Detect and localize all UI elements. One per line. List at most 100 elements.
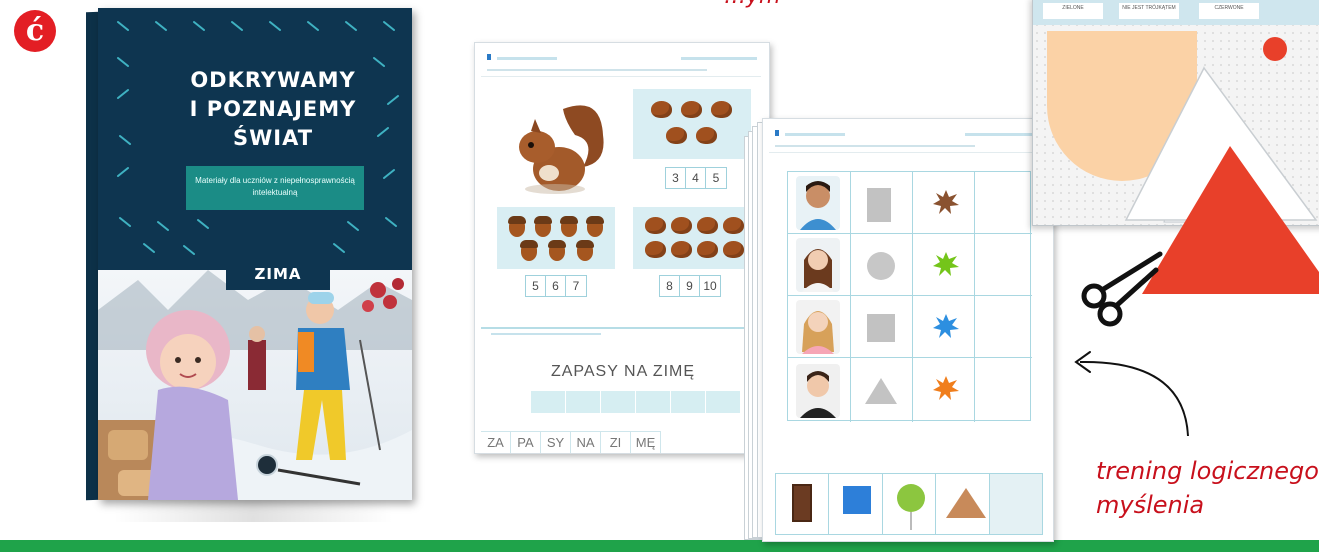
worksheet-header — [769, 127, 1049, 153]
grid-col-line — [912, 172, 913, 422]
syllable-card[interactable]: PA — [511, 432, 541, 453]
curved-arrow-icon — [1074, 351, 1189, 437]
letter-box[interactable] — [601, 391, 635, 413]
acorn-icon — [548, 240, 566, 261]
nut-icon — [651, 101, 672, 118]
letter-box[interactable] — [636, 391, 670, 413]
answer-choice[interactable]: 5 — [706, 168, 726, 188]
triangle-shape — [865, 378, 897, 404]
syllable-card[interactable]: SY — [541, 432, 571, 453]
child-photo-girl-blonde — [796, 300, 840, 354]
rectangle-shape — [867, 188, 891, 222]
cutout-cell[interactable] — [776, 474, 830, 534]
brown-splat-icon — [933, 190, 959, 214]
answer-choices-3: 8 9 10 — [659, 275, 721, 297]
answer-choices-2: 5 6 7 — [525, 275, 587, 297]
squirrel-image — [519, 105, 604, 194]
card-label: ZIELONE — [1043, 3, 1103, 19]
cutout-cell[interactable] — [883, 474, 937, 534]
acorn-icon — [586, 216, 604, 237]
acorn-icon — [534, 216, 552, 237]
cover-photo-children-snow — [98, 270, 412, 500]
square-shape — [867, 314, 895, 342]
acorn-icon — [520, 240, 538, 261]
book-title-line-3: ŚWIAT — [232, 126, 314, 150]
book-title: ODKRYWAMY I POZNAJEMY ŚWIAT — [158, 66, 388, 153]
cutout-cell[interactable] — [936, 474, 990, 534]
blue-splat-icon — [933, 314, 959, 338]
instruction-line — [487, 69, 707, 71]
grid-col-line — [974, 172, 975, 422]
child-photo-boy-2 — [796, 364, 840, 418]
nuts-group-5 — [633, 89, 751, 159]
cake-slice-icon — [946, 488, 987, 518]
syllable-card[interactable]: ZI — [601, 432, 631, 453]
section-divider — [481, 327, 765, 329]
nut-icon — [723, 217, 744, 234]
book-subtitle: Materiały dla uczniów z niepełnosprawnoś… — [186, 166, 364, 210]
nut-icon — [645, 217, 666, 234]
answer-choice[interactable]: 6 — [546, 276, 566, 296]
instruction-line — [491, 333, 601, 335]
cutout-cell[interactable] — [829, 474, 883, 534]
nut-icon — [696, 127, 717, 144]
letter-box[interactable] — [531, 391, 565, 413]
caption-logic-line-2: myślenia — [1096, 491, 1205, 519]
letter-box[interactable] — [671, 391, 705, 413]
header-line — [785, 133, 845, 136]
nut-icon — [711, 101, 732, 118]
green-lollipop-icon — [896, 484, 925, 512]
red-circle-shape — [1263, 37, 1287, 61]
answer-choice[interactable]: 7 — [566, 276, 586, 296]
header-marker — [487, 54, 491, 60]
nut-icon — [681, 101, 702, 118]
nut-icon — [671, 241, 692, 258]
answer-choice[interactable]: 8 — [660, 276, 680, 296]
nut-icon — [666, 127, 687, 144]
book-season-label: ZIMA — [226, 258, 330, 290]
publisher-logo: ć — [14, 10, 56, 52]
footer-green-bar — [0, 540, 1319, 552]
book-title-line-1: ODKRYWAMY — [190, 68, 356, 92]
word-answer-boxes — [531, 391, 741, 413]
word-title: ZAPASY NA ZIMĘ — [550, 363, 696, 380]
chocolate-bar-icon — [792, 484, 812, 522]
acorn-icon — [508, 216, 526, 237]
book-cover: ODKRYWAMY I POZNAJEMY ŚWIAT Materiały dl… — [98, 8, 412, 500]
blue-square-icon — [843, 486, 872, 514]
answer-choice[interactable]: 4 — [686, 168, 706, 188]
nut-icon — [697, 217, 718, 234]
answer-choice[interactable]: 10 — [700, 276, 720, 296]
answer-choice[interactable]: 5 — [526, 276, 546, 296]
answer-choices-1: 3 4 5 — [665, 167, 727, 189]
answer-choice[interactable]: 3 — [666, 168, 686, 188]
acorn-icon — [560, 216, 578, 237]
acorn-icon — [576, 240, 594, 261]
book-badge-icon — [256, 454, 278, 476]
header-marker — [775, 130, 779, 136]
acorns-group — [497, 207, 615, 269]
syllable-card[interactable]: MĘ — [631, 432, 661, 453]
book-title-line-2: I POZNAJEMY — [189, 97, 357, 121]
header-line — [497, 57, 557, 60]
worksheet-matching — [762, 118, 1054, 542]
scissors-icon — [1081, 251, 1163, 327]
cutout-strip — [775, 473, 1043, 535]
caption-top: …ym — [724, 0, 780, 12]
child-photo-girl — [796, 238, 840, 292]
orange-splat-icon — [933, 376, 959, 400]
cutout-cell-empty — [989, 474, 1043, 534]
card-header: ZIELONE NIE JEST TRÓJKĄTEM CZERWONE — [1033, 0, 1319, 25]
nuts-group-9 — [633, 207, 761, 269]
nut-icon — [697, 241, 718, 258]
nut-icon — [723, 241, 744, 258]
header-line — [681, 57, 757, 60]
child-photo-boy — [796, 176, 840, 230]
circle-shape — [867, 252, 895, 280]
letter-box[interactable] — [566, 391, 600, 413]
syllable-card[interactable]: NA — [571, 432, 601, 453]
answer-choice[interactable]: 9 — [680, 276, 700, 296]
syllable-card[interactable]: ZA — [481, 432, 511, 453]
letter-box[interactable] — [706, 391, 740, 413]
syllable-strip: ZA PA SY NA ZI MĘ — [481, 431, 661, 453]
